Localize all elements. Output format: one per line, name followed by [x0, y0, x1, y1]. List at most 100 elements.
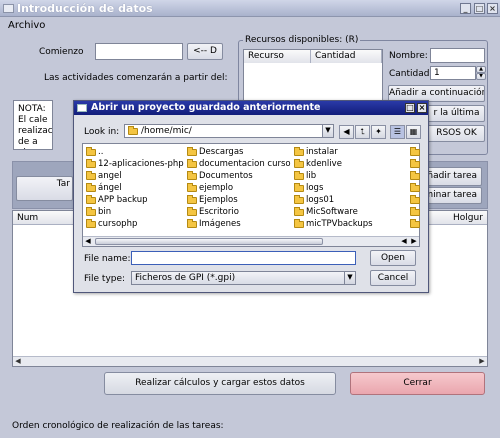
list-item[interactable]: ejemplo — [187, 183, 233, 194]
list-item[interactable] — [410, 183, 422, 194]
folder-icon — [187, 207, 197, 216]
file-name-text: 12-aplicaciones-php — [98, 159, 184, 169]
dialog-close-button[interactable]: × — [417, 103, 427, 113]
list-item[interactable]: APP backup — [86, 195, 148, 206]
file-name-text: instalar — [306, 147, 338, 157]
list-item[interactable]: .. — [86, 147, 103, 158]
list-item[interactable] — [410, 219, 422, 230]
comienzo-input[interactable] — [95, 43, 183, 60]
menu-archivo[interactable]: Archivo — [8, 20, 45, 31]
tasks-tab[interactable]: Tar — [16, 176, 73, 201]
resources-table[interactable]: Recurso Cantidad — [243, 49, 383, 101]
chevron-down-icon[interactable]: ▼ — [344, 272, 355, 284]
folder-icon — [187, 171, 197, 180]
dialog-titlebar[interactable]: Abrir un proyecto guardado anteriormente… — [74, 101, 428, 115]
maximize-button[interactable]: □ — [474, 3, 485, 14]
list-item[interactable] — [410, 147, 422, 158]
folder-icon — [294, 183, 304, 192]
column-header-recurso[interactable]: Recurso — [244, 50, 311, 63]
list-item[interactable] — [410, 159, 422, 170]
window-titlebar[interactable]: Introducción de datos _ □ × — [0, 0, 500, 17]
up-folder-icon[interactable]: ⮤ — [355, 125, 370, 139]
set-date-button[interactable]: <-- D — [187, 43, 223, 60]
close-button[interactable]: Cerrar — [350, 372, 485, 395]
tasks-table-scrollbar[interactable]: ◀ ▶ — [13, 356, 487, 366]
scroll-right-arrow-icon[interactable]: ▶ — [409, 237, 419, 246]
minimize-button[interactable]: _ — [460, 3, 471, 14]
cantidad-up-button[interactable]: ▲ — [476, 66, 486, 73]
folder-icon — [86, 207, 96, 216]
calculate-button[interactable]: Realizar cálculos y cargar estos datos — [104, 372, 336, 395]
folder-icon — [86, 147, 96, 156]
file-name-text: kdenlive — [306, 159, 342, 169]
column-header-holgura[interactable]: Holgur — [453, 213, 483, 223]
list-view-icon[interactable]: ☰ — [390, 125, 405, 139]
list-item[interactable]: MicSoftware — [294, 207, 358, 218]
nombre-label: Nombre: — [389, 51, 428, 61]
open-project-dialog: Abrir un proyecto guardado anteriormente… — [73, 100, 429, 293]
list-item[interactable]: ángel — [86, 183, 122, 194]
detail-view-icon[interactable]: ▦ — [406, 125, 421, 139]
cantidad-down-button[interactable]: ▼ — [476, 73, 486, 80]
list-item[interactable]: logs — [294, 183, 323, 194]
file-name-text: Ejemplos — [199, 195, 238, 205]
scroll-left-arrow-icon[interactable]: ◀ — [13, 357, 23, 366]
look-in-combo[interactable]: /home/mic/ ▼ — [124, 124, 334, 138]
new-folder-icon[interactable]: ✦ — [371, 125, 386, 139]
file-name-text: documentacion curso — [199, 159, 291, 169]
list-item[interactable]: Documentos — [187, 171, 253, 182]
list-item[interactable]: angel — [86, 171, 122, 182]
dialog-title: Abrir un proyecto guardado anteriormente — [91, 102, 321, 113]
list-item[interactable]: cursophp — [86, 219, 137, 230]
chevron-down-icon[interactable]: ▼ — [322, 125, 333, 137]
scrollbar-thumb[interactable] — [95, 238, 323, 245]
file-name-text: cursophp — [98, 219, 138, 229]
folder-icon — [86, 171, 96, 180]
start-note-label: Las actividades comenzarán a partir del: — [44, 73, 228, 83]
list-item[interactable]: logs01 — [294, 195, 334, 206]
window-title: Introducción de datos — [17, 2, 153, 15]
folder-icon — [410, 207, 420, 216]
list-item[interactable]: 12-aplicaciones-php — [86, 159, 184, 170]
file-name-label: File name: — [84, 254, 131, 264]
list-item[interactable]: kdenlive — [294, 159, 342, 170]
list-item[interactable]: instalar — [294, 147, 338, 158]
column-header-cantidad[interactable]: Cantidad — [311, 50, 382, 63]
file-type-combo[interactable]: Ficheros de GPI (*.gpi) ▼ — [131, 271, 356, 285]
list-item[interactable]: lib — [294, 171, 316, 182]
file-name-text: Escritorio — [199, 207, 239, 217]
list-item[interactable]: micTPVbackups — [294, 219, 373, 230]
back-arrow-icon[interactable]: ◀ — [339, 125, 354, 139]
scroll-left-arrow-icon[interactable]: ◀ — [399, 237, 409, 246]
list-item[interactable]: Ejemplos — [187, 195, 238, 206]
folder-icon — [410, 183, 420, 192]
list-item[interactable]: Imágenes — [187, 219, 241, 230]
cantidad-spinbox[interactable]: 1 — [430, 66, 476, 80]
folder-icon — [86, 195, 96, 204]
list-item[interactable]: Descargas — [187, 147, 243, 158]
list-item[interactable] — [410, 207, 422, 218]
file-name-input[interactable] — [131, 251, 356, 265]
file-name-text: bin — [98, 207, 112, 217]
column-header-num[interactable]: Num — [17, 213, 38, 223]
file-name-text: logs — [306, 183, 324, 193]
scroll-left-arrow-icon[interactable]: ◀ — [83, 237, 93, 246]
file-list[interactable]: .. 12-aplicaciones-php angel ángel APP backu… — [82, 143, 420, 247]
file-name-text: MicSoftware — [306, 207, 358, 217]
file-list-scrollbar[interactable]: ◀ ◀ ▶ — [83, 236, 419, 246]
dialog-maximize-button[interactable]: □ — [405, 103, 415, 113]
list-item[interactable]: Escritorio — [187, 207, 239, 218]
look-in-value: /home/mic/ — [141, 126, 192, 136]
scroll-right-arrow-icon[interactable]: ▶ — [477, 357, 487, 366]
list-item[interactable] — [410, 195, 422, 206]
cancel-button[interactable]: Cancel — [370, 270, 416, 286]
file-name-text: APP backup — [98, 195, 148, 205]
list-item[interactable]: bin — [86, 207, 111, 218]
file-name-text: Descargas — [199, 147, 244, 157]
folder-icon — [410, 219, 420, 228]
list-item[interactable] — [410, 171, 422, 182]
list-item[interactable]: documentacion curso — [187, 159, 291, 170]
nombre-input[interactable] — [430, 48, 485, 63]
close-window-button[interactable]: × — [487, 3, 498, 14]
open-button[interactable]: Open — [370, 250, 416, 266]
